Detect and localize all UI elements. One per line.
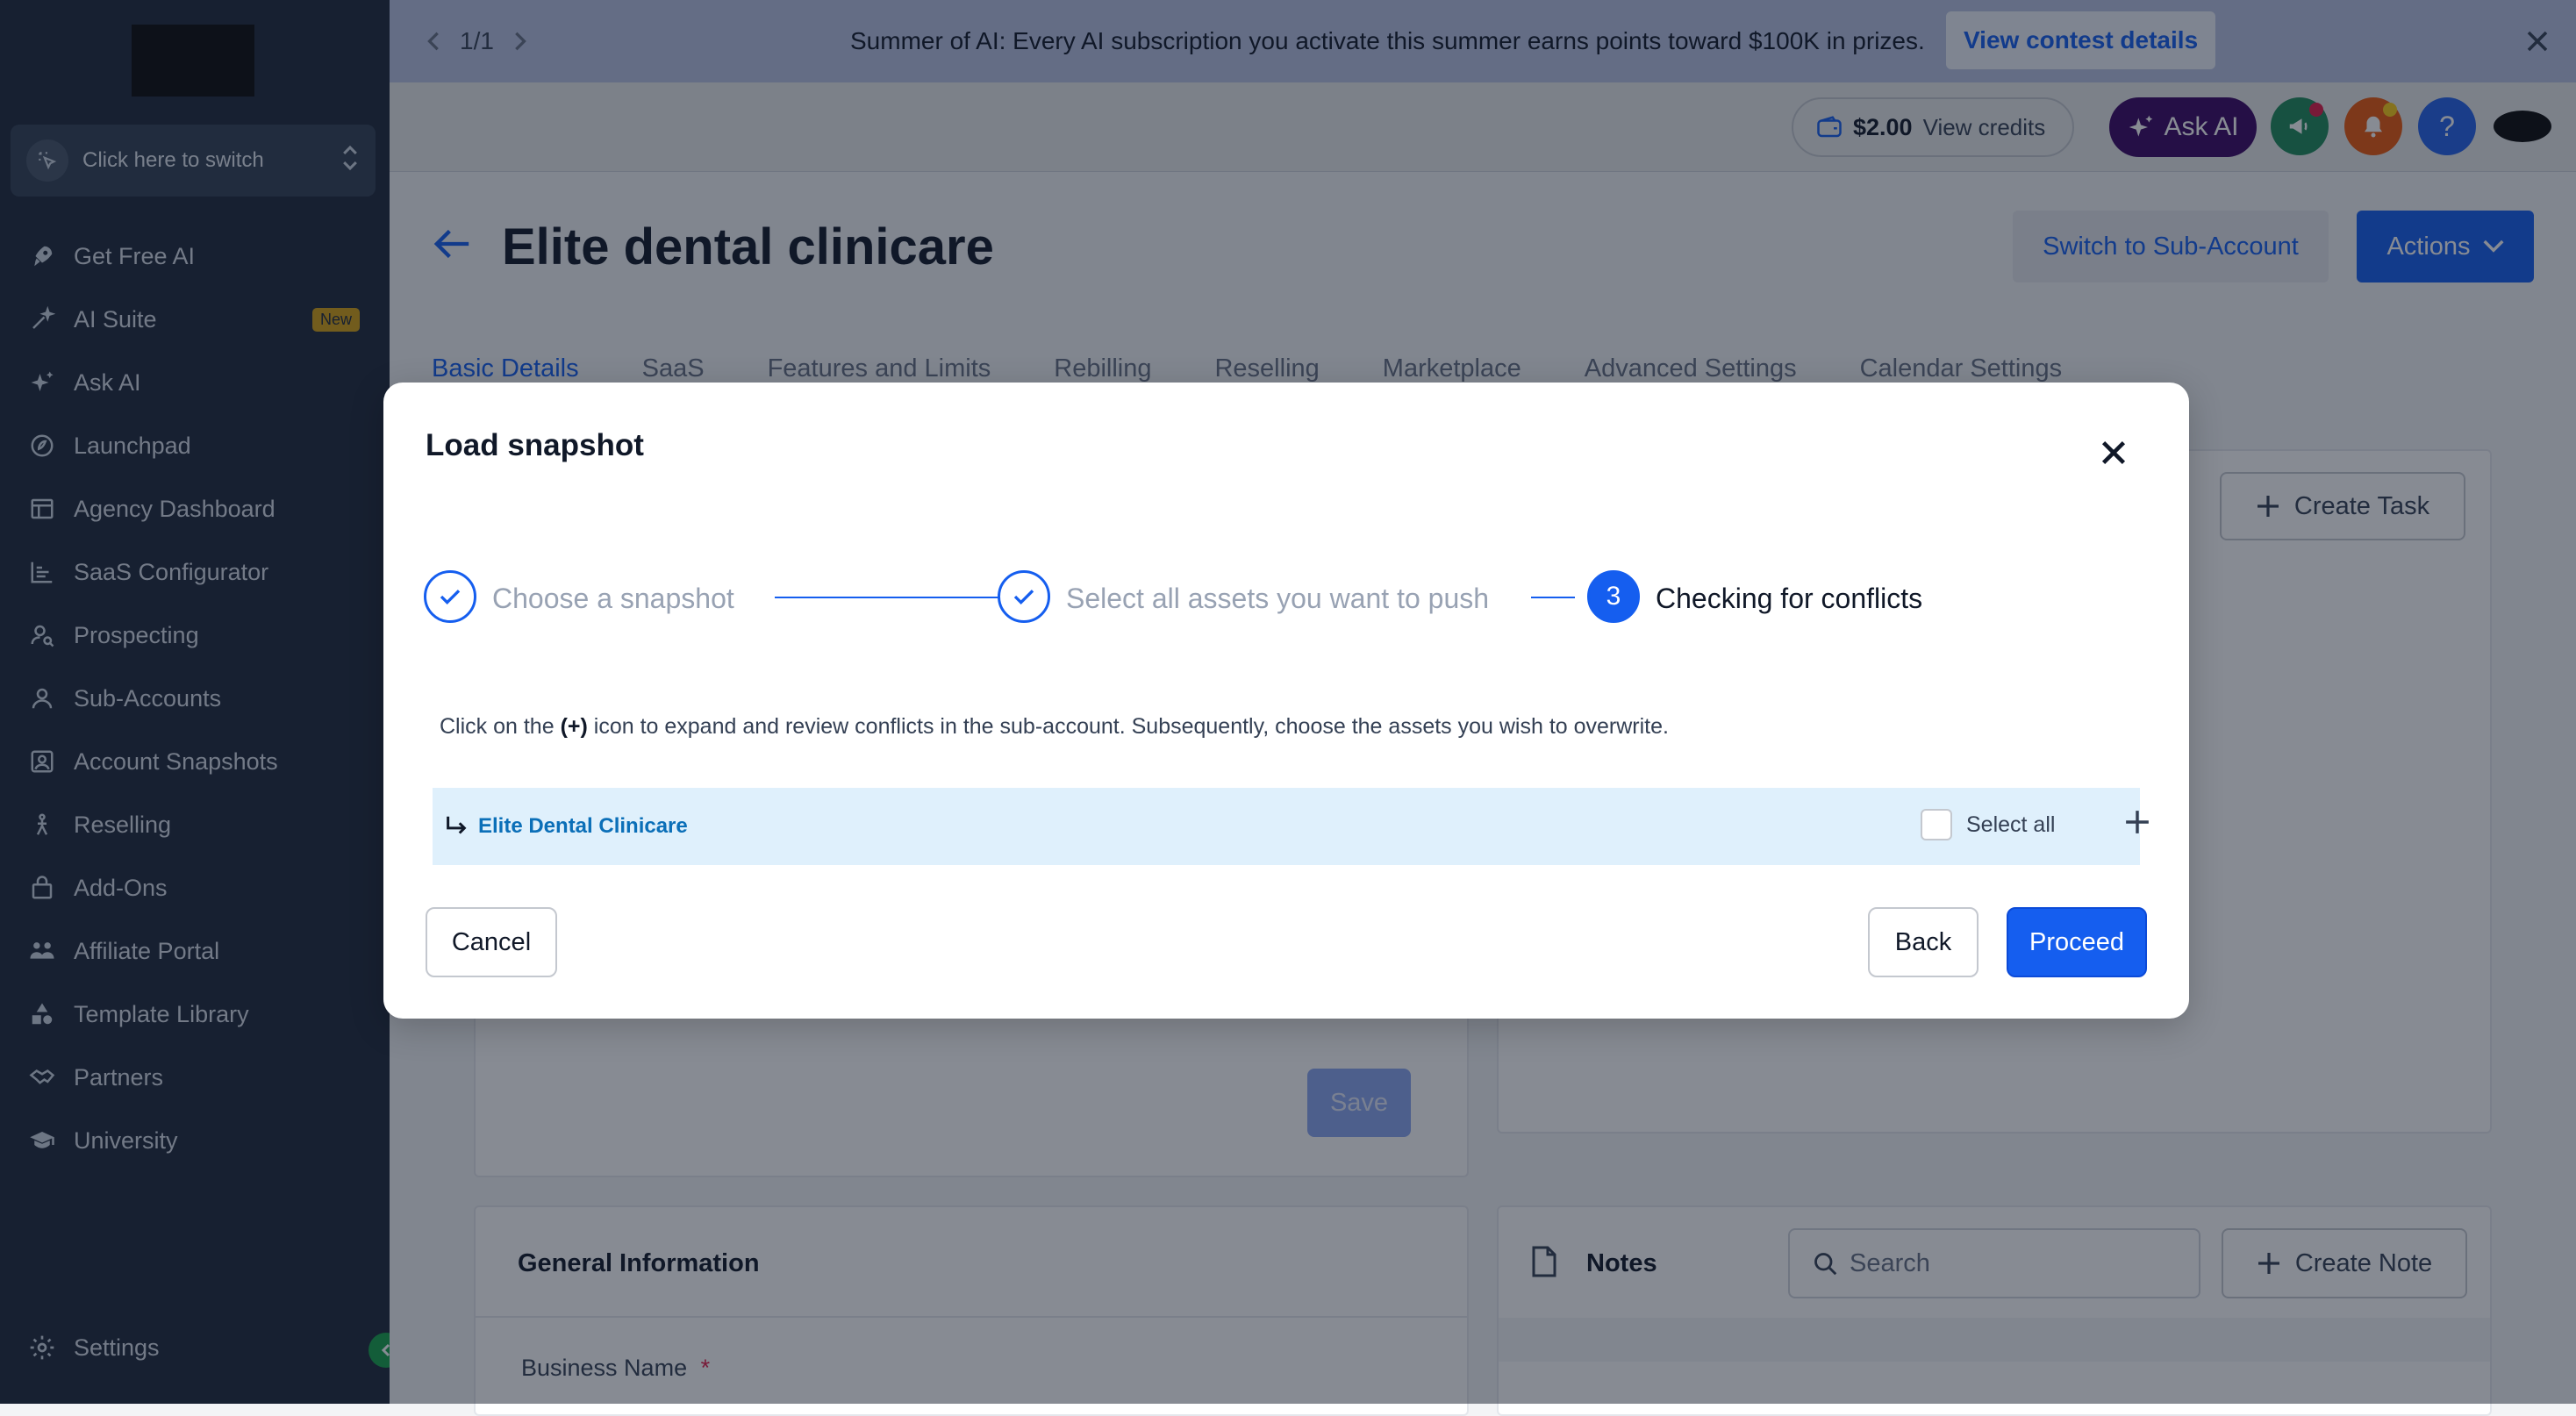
step-3-label: Checking for conflicts xyxy=(1656,583,1923,614)
step-2-complete xyxy=(998,570,1050,623)
conflict-account-row[interactable]: Elite Dental Clinicare Select all xyxy=(433,788,2149,865)
select-all-control[interactable]: Select all xyxy=(1921,809,2055,840)
step-3-current: 3 xyxy=(1587,570,1640,623)
step-1-label: Choose a snapshot xyxy=(492,583,734,614)
arrow-down-right-icon xyxy=(447,816,467,834)
step-1-complete xyxy=(424,570,476,623)
step-connector xyxy=(775,597,1003,598)
stepper: Choose a snapshot Select all assets you … xyxy=(424,570,2091,626)
instruction-plus-token: (+) xyxy=(560,714,588,739)
load-snapshot-modal: Load snapshot Choose a snapshot Select a… xyxy=(383,383,2189,1019)
proceed-button[interactable]: Proceed xyxy=(2007,907,2147,977)
step-3-number: 3 xyxy=(1606,582,1621,611)
conflict-instructions: Click on the (+) icon to expand and revi… xyxy=(440,714,1669,740)
check-icon xyxy=(1013,590,1034,605)
instruction-text-pre: Click on the xyxy=(440,714,561,739)
instruction-text-post: icon to expand and review conflicts in t… xyxy=(587,714,1669,739)
step-connector xyxy=(1531,597,1575,598)
check-icon xyxy=(440,590,461,605)
back-button[interactable]: Back xyxy=(1868,907,1979,977)
select-all-label: Select all xyxy=(1966,812,2056,837)
cancel-button[interactable]: Cancel xyxy=(426,907,557,977)
step-2-label: Select all assets you want to push xyxy=(1066,583,1490,614)
close-icon[interactable] xyxy=(2100,439,2128,467)
modal-title: Load snapshot xyxy=(426,428,644,462)
expand-plus-icon[interactable] xyxy=(2124,809,2150,835)
sub-account-name[interactable]: Elite Dental Clinicare xyxy=(478,814,688,839)
select-all-checkbox[interactable] xyxy=(1921,809,1952,840)
